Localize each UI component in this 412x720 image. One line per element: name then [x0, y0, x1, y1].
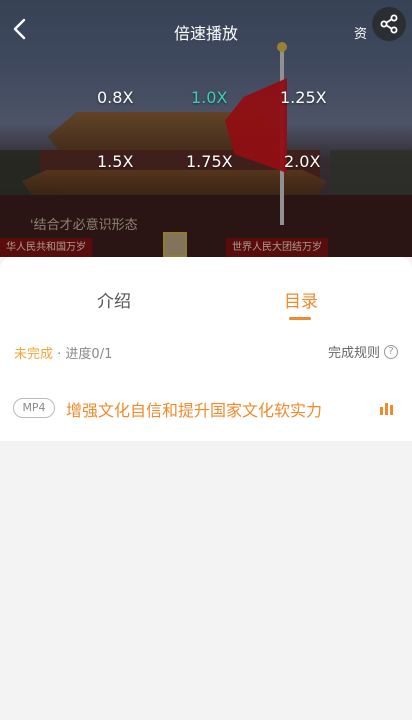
page-title: 倍速播放	[173, 24, 238, 43]
share-button[interactable]	[372, 7, 406, 41]
speed-option-1-25x[interactable]: 1.25X	[280, 88, 327, 107]
status-incomplete: 未完成	[14, 347, 54, 362]
share-icon	[380, 14, 398, 34]
status-separator: ·	[53, 347, 66, 362]
speed-option-0-8x[interactable]: 0.8X	[97, 88, 133, 107]
speed-option-1-75x[interactable]: 1.75X	[186, 152, 233, 171]
video-player[interactable]: 华人民共和国万岁 世界人民大团结万岁 '结合才必意识形态 倍速播放 资 0.8X…	[0, 0, 412, 257]
lesson-item[interactable]: MP4 增强文化自信和提升国家文化软实力	[0, 387, 412, 427]
tab-intro[interactable]: 介绍	[97, 287, 131, 312]
format-badge: MP4	[13, 398, 55, 418]
speed-option-1-0x[interactable]: 1.0X	[191, 88, 227, 107]
speed-option-1-5x[interactable]: 1.5X	[97, 152, 133, 171]
content-panel: 介绍 目录 未完成 · 进度0/1 完成规则 ? MP4 增强文化自信和提升国家…	[0, 257, 412, 441]
playing-bars-icon	[380, 403, 396, 415]
completion-rules-button[interactable]: 完成规则 ?	[328, 342, 398, 361]
status-progress: 进度0/1	[65, 347, 113, 362]
completion-status: 未完成 · 进度0/1	[14, 343, 112, 362]
tab-catalog[interactable]: 目录	[284, 287, 318, 312]
help-icon: ?	[384, 344, 398, 359]
completion-rules-label: 完成规则	[327, 346, 380, 361]
active-tab-indicator	[289, 317, 311, 320]
resource-label[interactable]: 资	[354, 23, 367, 42]
lesson-title: 增强文化自信和提升国家文化软实力	[66, 401, 323, 420]
video-top-bar: 倍速播放 资	[0, 0, 412, 60]
speed-option-2-0x[interactable]: 2.0X	[284, 152, 320, 171]
app-root: 华人民共和国万岁 世界人民大团结万岁 '结合才必意识形态 倍速播放 资 0.8X…	[0, 0, 412, 720]
